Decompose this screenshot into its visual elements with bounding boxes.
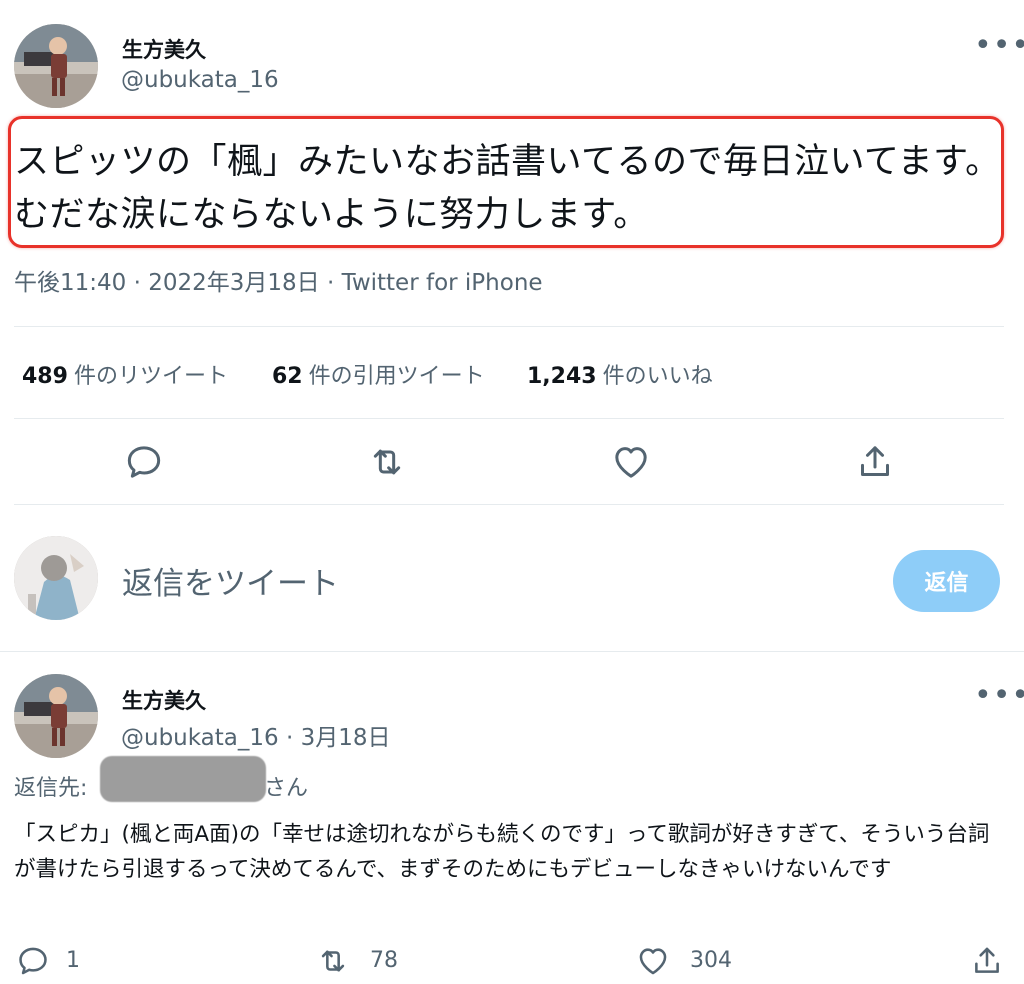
reply-author-handle-line: @ubukata_16 · 3月18日 bbox=[121, 718, 391, 752]
author-name[interactable]: 生方美久 bbox=[122, 34, 206, 64]
reply-tweet-text: 「スピカ」(楓と両A面)の「幸せは途切れながらも続くのです」って歌詞が好きすぎて… bbox=[14, 822, 990, 882]
current-user-avatar[interactable] bbox=[14, 536, 98, 620]
quotes-stat[interactable]: 62 件の引用ツイート bbox=[272, 358, 485, 390]
reply-share-icon[interactable] bbox=[970, 944, 1004, 978]
author-avatar[interactable] bbox=[14, 24, 98, 108]
reply-retweet-icon[interactable] bbox=[316, 944, 350, 978]
quotes-count: 62 bbox=[272, 364, 303, 389]
quotes-label: 件の引用ツイート bbox=[308, 364, 485, 389]
divider bbox=[14, 326, 1004, 327]
reply-to-label: 返信先: bbox=[14, 776, 88, 801]
reply-icon[interactable] bbox=[124, 442, 164, 482]
like-count: 304 bbox=[690, 948, 732, 973]
like-icon[interactable] bbox=[611, 442, 651, 482]
retweet-count: 78 bbox=[370, 948, 398, 973]
reply-reply-icon[interactable] bbox=[16, 944, 50, 978]
tweet-text: スピッツの「楓」みたいなお話書いてるので毎日泣いてます。むだな涙にならないように… bbox=[14, 142, 1001, 235]
retweets-label: 件のリツイート bbox=[73, 364, 228, 389]
more-options-icon[interactable]: ••• bbox=[974, 31, 1024, 61]
likes-stat[interactable]: 1,243 件のいいね bbox=[527, 358, 713, 390]
divider bbox=[14, 504, 1004, 505]
retweets-count: 489 bbox=[22, 364, 68, 389]
reply-count: 1 bbox=[66, 948, 80, 973]
redacted-username bbox=[100, 756, 266, 802]
reply-author-avatar[interactable] bbox=[14, 674, 98, 758]
retweet-icon[interactable] bbox=[367, 442, 407, 482]
reply-like-icon[interactable] bbox=[636, 944, 670, 978]
reply-button[interactable]: 返信 bbox=[893, 550, 1000, 612]
reply-author-handle[interactable]: @ubukata_16 bbox=[121, 725, 279, 751]
likes-count: 1,243 bbox=[527, 364, 597, 389]
likes-label: 件のいいね bbox=[602, 364, 713, 389]
divider bbox=[14, 418, 1004, 419]
retweets-stat[interactable]: 489 件のリツイート bbox=[22, 358, 228, 390]
share-icon[interactable] bbox=[855, 442, 895, 482]
section-divider bbox=[0, 651, 1024, 652]
tweet-meta[interactable]: 午後11:40 · 2022年3月18日 · Twitter for iPhon… bbox=[14, 263, 543, 297]
reply-author-name[interactable]: 生方美久 bbox=[122, 685, 206, 715]
reply-date[interactable]: · 3月18日 bbox=[286, 725, 391, 751]
reply-to-suffix: さん bbox=[264, 776, 309, 801]
reply-more-options-icon[interactable]: ••• bbox=[974, 681, 1024, 711]
reply-input[interactable]: 返信をツイート bbox=[122, 558, 339, 603]
author-handle[interactable]: @ubukata_16 bbox=[121, 67, 279, 93]
